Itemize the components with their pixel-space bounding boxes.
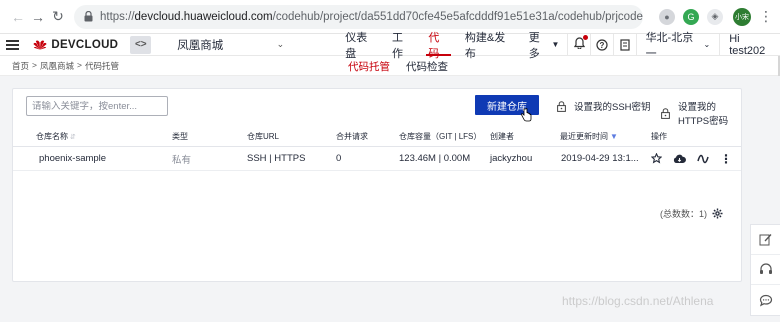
brand-name: DEVCLOUD bbox=[51, 38, 119, 51]
forward-icon[interactable]: → bbox=[28, 7, 48, 27]
https-password-link[interactable]: 设置我的HTTPS密码 bbox=[661, 99, 741, 127]
region-selector[interactable]: 华北-北京一 ⌄ bbox=[635, 32, 720, 60]
table-header: 仓库名称 ⇵ 类型 仓库URL 合并请求 仓库容量（GIT | LFS） 创建者 … bbox=[13, 127, 741, 147]
total-count: (总数数：1) bbox=[660, 207, 723, 220]
lock-icon bbox=[661, 107, 670, 119]
url-prefix: https:// bbox=[100, 10, 135, 23]
nav-more[interactable]: 更多 ▼ bbox=[521, 32, 568, 60]
url-path: /codehub/project/da551dd70cfe45e5afcdddf… bbox=[272, 10, 643, 23]
back-icon[interactable]: ← bbox=[8, 7, 28, 27]
help-button[interactable]: ? bbox=[590, 34, 613, 55]
hamburger-menu-icon[interactable] bbox=[6, 39, 20, 50]
sort-icon[interactable]: ⇵ bbox=[70, 134, 76, 141]
chevron-down-icon: ⌄ bbox=[703, 40, 711, 49]
cloud-download-icon[interactable] bbox=[673, 154, 686, 164]
extension-icon[interactable]: ● bbox=[659, 8, 675, 25]
user-name: Hi test202 bbox=[729, 32, 766, 57]
edit-icon bbox=[759, 234, 772, 246]
search-box[interactable] bbox=[26, 96, 168, 116]
grammarly-icon[interactable]: G bbox=[683, 8, 699, 25]
https-password-label: 设置我的HTTPS密码 bbox=[678, 102, 729, 127]
ssh-key-label: 设置我的SSH密钥 bbox=[574, 102, 651, 113]
repo-name-link[interactable]: phoenix-sample bbox=[39, 153, 106, 164]
breadcrumb-separator: > bbox=[32, 59, 37, 70]
row-actions: ⋮ bbox=[651, 152, 732, 166]
nav-code[interactable]: 代码 bbox=[420, 32, 456, 60]
repo-creator: jackyzhou bbox=[490, 153, 533, 164]
col-capacity: 仓库容量（GIT | LFS） bbox=[399, 132, 482, 141]
chevron-down-icon: ▼ bbox=[551, 40, 560, 49]
repo-updated: 2019-04-29 13:1... bbox=[561, 153, 639, 164]
ssh-key-link[interactable]: 设置我的SSH密钥 bbox=[557, 99, 651, 113]
col-creator: 创建者 bbox=[490, 132, 514, 141]
chat-icon bbox=[759, 294, 772, 307]
total-count-label: (总数数：1) bbox=[660, 209, 707, 219]
search-input[interactable] bbox=[32, 100, 164, 112]
customer-service-button[interactable] bbox=[751, 255, 780, 285]
user-menu[interactable]: Hi test202 bbox=[719, 32, 780, 57]
col-updated[interactable]: 最近更新时间 ▼ bbox=[560, 131, 618, 142]
col-url: 仓库URL bbox=[247, 132, 280, 141]
table-row: phoenix-sample 私有 SSH | HTTPS 0 123.46M … bbox=[13, 147, 741, 171]
repo-card: 新建仓库 设置我的SSH密钥 设置我的HTTPS密码 仓库名称⇵ 类型 仓库UR… bbox=[12, 88, 742, 282]
feedback-button[interactable] bbox=[751, 225, 780, 255]
reload-icon[interactable]: ↻ bbox=[48, 7, 68, 27]
url-host: devcloud.huaweicloud.com bbox=[134, 10, 273, 23]
repo-url-links[interactable]: SSH | HTTPS bbox=[247, 153, 305, 164]
breadcrumb-current: 代码托管 bbox=[84, 60, 119, 71]
chat-button[interactable] bbox=[751, 285, 780, 315]
col-updated-label: 最近更新时间 bbox=[560, 132, 608, 141]
profile-avatar[interactable]: 小宋 bbox=[733, 7, 751, 26]
repo-type: 私有 bbox=[172, 154, 192, 166]
lock-icon bbox=[557, 100, 566, 112]
project-switch-button[interactable]: <> bbox=[130, 35, 152, 54]
floating-side-widgets bbox=[750, 224, 780, 316]
lock-icon bbox=[84, 11, 93, 22]
project-name[interactable]: 凤凰商城 bbox=[177, 37, 272, 53]
breadcrumb-separator: > bbox=[77, 59, 82, 70]
merge-icon[interactable] bbox=[697, 154, 709, 164]
help-icon: ? bbox=[596, 38, 608, 51]
sort-desc-icon[interactable]: ▼ bbox=[610, 132, 618, 141]
address-bar[interactable]: https://devcloud.huaweicloud.com/codehub… bbox=[74, 4, 643, 29]
app-header: DEVCLOUD <> 凤凰商城 ⌄ 仪表盘 工作 代码 构建&发布 更多 ▼ ?… bbox=[0, 32, 780, 60]
nav-dashboard[interactable]: 仪表盘 bbox=[337, 32, 384, 60]
globe-extension-icon[interactable]: ◈ bbox=[707, 8, 723, 25]
huawei-logo-icon bbox=[33, 40, 47, 50]
col-type: 类型 bbox=[172, 132, 188, 141]
svg-text:?: ? bbox=[600, 41, 605, 50]
tab-code-hosting[interactable]: 代码托管 bbox=[340, 56, 398, 76]
hand-cursor-icon bbox=[520, 108, 532, 122]
top-nav: 仪表盘 工作 代码 构建&发布 更多 ▼ bbox=[337, 32, 568, 60]
breadcrumb-project[interactable]: 凤凰商城 bbox=[40, 60, 74, 72]
headset-icon bbox=[759, 263, 772, 274]
notification-button[interactable] bbox=[567, 34, 590, 55]
tab-code-check[interactable]: 代码检查 bbox=[398, 56, 456, 76]
console-button[interactable] bbox=[612, 34, 636, 55]
star-icon[interactable] bbox=[651, 153, 662, 164]
col-actions: 操作 bbox=[651, 132, 667, 141]
breadcrumb-home[interactable]: 首页 bbox=[12, 60, 29, 72]
chevron-down-icon[interactable]: ⌄ bbox=[277, 39, 285, 50]
nav-work[interactable]: 工作 bbox=[384, 32, 420, 60]
merge-request-count[interactable]: 0 bbox=[336, 153, 341, 164]
col-repo-name[interactable]: 仓库名称 ⇵ bbox=[36, 131, 76, 142]
browser-menu-icon[interactable]: ⋮ bbox=[759, 8, 773, 25]
bell-icon bbox=[573, 35, 588, 52]
sub-nav: 首页 > 凤凰商城 > 代码托管 代码托管 代码检查 bbox=[0, 56, 780, 76]
watermark: https://blog.csdn.net/Athlena bbox=[562, 294, 714, 308]
repo-capacity: 123.46M | 0.00M bbox=[399, 153, 471, 164]
breadcrumb: 首页 > 凤凰商城 > 代码托管 bbox=[12, 60, 119, 72]
gear-icon[interactable] bbox=[712, 208, 723, 219]
col-repo-name-label: 仓库名称 bbox=[36, 132, 68, 141]
nav-build-release[interactable]: 构建&发布 bbox=[457, 32, 521, 60]
col-merge-requests: 合并请求 bbox=[336, 132, 368, 141]
main-content: 新建仓库 设置我的SSH密钥 设置我的HTTPS密码 仓库名称⇵ 类型 仓库UR… bbox=[0, 76, 780, 322]
more-actions-icon[interactable]: ⋮ bbox=[720, 152, 732, 166]
devcloud-logo[interactable]: DEVCLOUD bbox=[33, 39, 118, 51]
repo-table: 仓库名称 ⇵ 类型 仓库URL 合并请求 仓库容量（GIT | LFS） 创建者 … bbox=[13, 127, 741, 171]
document-icon bbox=[620, 38, 630, 51]
